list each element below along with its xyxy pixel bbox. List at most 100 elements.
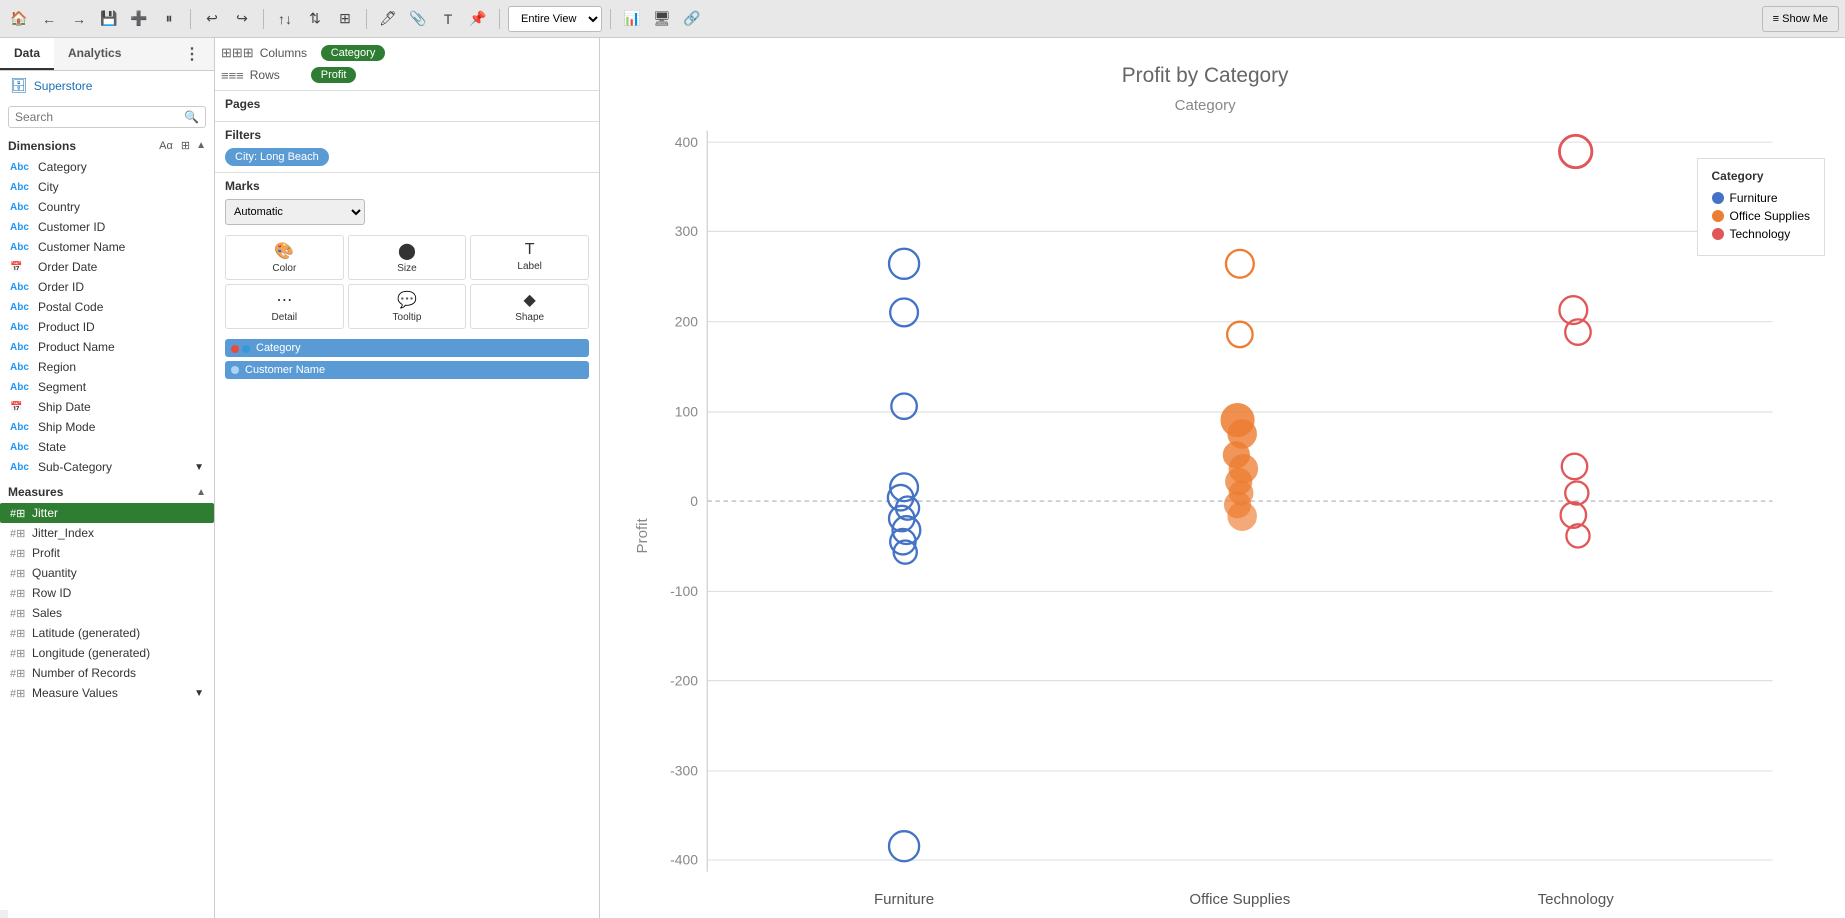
office-point-10[interactable] xyxy=(1228,502,1256,530)
home-btn[interactable]: 🏠 xyxy=(6,6,32,32)
marks-field-category[interactable]: Category xyxy=(225,339,589,357)
ytick-200: 200 xyxy=(675,313,698,329)
marks-label-btn[interactable]: T Label xyxy=(470,235,589,280)
dim-item-state[interactable]: AbcState xyxy=(0,437,214,457)
ytick-m100: -100 xyxy=(670,583,698,599)
marks-type-select[interactable]: Automatic xyxy=(225,199,365,225)
meas-item-jitter[interactable]: #⊞Jitter xyxy=(0,503,214,523)
share-btn[interactable]: 🔗 xyxy=(679,6,705,32)
tech-point-4[interactable] xyxy=(1562,454,1587,479)
office-point-1[interactable] xyxy=(1226,250,1254,278)
sort-desc-btn[interactable]: ⇅ xyxy=(302,6,328,32)
redo-btn[interactable]: ↪ xyxy=(229,6,255,32)
dim-item-customer-name[interactable]: AbcCustomer Name xyxy=(0,237,214,257)
dim-item-customer-id[interactable]: AbcCustomer ID xyxy=(0,217,214,237)
meas-item-sales[interactable]: #⊞Sales xyxy=(0,603,214,623)
meas-item-jitter-index[interactable]: #⊞Jitter_Index xyxy=(0,523,214,543)
sidebar-scrollbar[interactable] xyxy=(0,910,8,918)
highlight-btn[interactable]: 🖊 xyxy=(375,6,401,32)
annotation-btn[interactable]: 📎 xyxy=(405,6,431,32)
meas-item-num-records[interactable]: #⊞Number of Records xyxy=(0,663,214,683)
sep2 xyxy=(263,9,264,29)
furniture-point-3[interactable] xyxy=(891,393,916,418)
show-me-label: Show Me xyxy=(1782,13,1828,25)
tooltip-btn[interactable]: 🖥 xyxy=(649,6,675,32)
columns-pill[interactable]: Category xyxy=(321,45,386,61)
add-datasource-btn[interactable]: ➕ xyxy=(126,6,152,32)
group-btn[interactable]: ⊞ xyxy=(332,6,358,32)
furniture-point-11[interactable] xyxy=(889,831,919,861)
undo-btn[interactable]: ↩ xyxy=(199,6,225,32)
x-axis-category-label: Category xyxy=(1175,97,1237,114)
rows-pill[interactable]: Profit xyxy=(311,67,357,83)
datasource-icon: 🗄 xyxy=(10,77,28,94)
columns-shelf: ⊞⊞⊞ Columns Category xyxy=(221,42,593,64)
legend-furniture[interactable]: Furniture xyxy=(1712,191,1811,205)
marks-section: Marks Automatic 🎨 Color ⬤ Size T Label xyxy=(215,173,599,918)
marks-size-btn[interactable]: ⬤ Size xyxy=(348,235,467,280)
tab-analytics[interactable]: Analytics xyxy=(54,38,135,70)
dim-item-region[interactable]: AbcRegion xyxy=(0,357,214,377)
dim-item-ship-mode[interactable]: AbcShip Mode xyxy=(0,417,214,437)
back-btn[interactable]: ← xyxy=(36,6,62,32)
text-btn[interactable]: T xyxy=(435,6,461,32)
sidebar-scroll-area: Dimensions Aα ⊞ ▲ AbcCategory AbcCity Ab… xyxy=(0,134,214,910)
filter-city-longbeach[interactable]: City: Long Beach xyxy=(225,148,329,166)
search-input[interactable] xyxy=(15,110,184,124)
sort-asc-btn[interactable]: ↑↓ xyxy=(272,6,298,32)
meas-item-longitude[interactable]: #⊞Longitude (generated) xyxy=(0,643,214,663)
fix-axes-btn[interactable]: 📊 xyxy=(619,6,645,32)
shape-label: Shape xyxy=(515,312,544,323)
detail-icon: ⋯ xyxy=(276,290,292,310)
dim-item-sub-category[interactable]: AbcSub-Category▼ xyxy=(0,457,214,477)
size-label: Size xyxy=(397,263,416,274)
dim-item-country[interactable]: AbcCountry xyxy=(0,197,214,217)
chart-title: Profit by Category xyxy=(1122,64,1289,87)
dim-item-order-id[interactable]: AbcOrder ID xyxy=(0,277,214,297)
dim-item-category[interactable]: AbcCategory xyxy=(0,157,214,177)
marks-detail-btn[interactable]: ⋯ Detail xyxy=(225,284,344,329)
measures-list: #⊞Jitter #⊞Jitter_Index #⊞Profit #⊞Quant… xyxy=(0,503,214,707)
meas-item-row-id[interactable]: #⊞Row ID xyxy=(0,583,214,603)
pages-label: Pages xyxy=(225,97,589,111)
tech-point-1[interactable] xyxy=(1559,135,1591,167)
legend-technology-label: Technology xyxy=(1730,227,1791,241)
save-btn[interactable]: 💾 xyxy=(96,6,122,32)
forward-btn[interactable]: → xyxy=(66,6,92,32)
dim-sort-alpha-btn[interactable]: Aα xyxy=(157,139,175,153)
meas-item-profit[interactable]: #⊞Profit xyxy=(0,543,214,563)
pause-btn[interactable]: ⏸ xyxy=(156,6,182,32)
meas-item-measure-values[interactable]: #⊞Measure Values▼ xyxy=(0,683,214,703)
dim-item-city[interactable]: AbcCity xyxy=(0,177,214,197)
marks-field-customer-name[interactable]: Customer Name xyxy=(225,361,589,379)
legend-technology[interactable]: Technology xyxy=(1712,227,1811,241)
furniture-point-1[interactable] xyxy=(889,249,919,279)
marks-field-category-label: Category xyxy=(256,342,301,354)
legend-office[interactable]: Office Supplies xyxy=(1712,209,1811,223)
show-me-button[interactable]: ≡ Show Me xyxy=(1762,6,1839,32)
marks-color-btn[interactable]: 🎨 Color xyxy=(225,235,344,280)
category-dot-1 xyxy=(231,345,239,353)
dim-item-postal-code[interactable]: AbcPostal Code xyxy=(0,297,214,317)
filters-section: Filters City: Long Beach xyxy=(215,122,599,173)
dim-collapse-btn[interactable]: ▲ xyxy=(196,140,206,151)
marks-tooltip-btn[interactable]: 💬 Tooltip xyxy=(348,284,467,329)
dimensions-list: AbcCategory AbcCity AbcCountry AbcCustom… xyxy=(0,157,214,481)
office-point-2[interactable] xyxy=(1227,322,1252,347)
dim-item-order-date[interactable]: 📅Order Date xyxy=(0,257,214,277)
dim-item-segment[interactable]: AbcSegment xyxy=(0,377,214,397)
meas-item-quantity[interactable]: #⊞Quantity xyxy=(0,563,214,583)
meas-collapse-btn[interactable]: ▲ xyxy=(196,487,206,498)
dim-item-product-name[interactable]: AbcProduct Name xyxy=(0,337,214,357)
meas-item-latitude[interactable]: #⊞Latitude (generated) xyxy=(0,623,214,643)
dim-sort-type-btn[interactable]: ⊞ xyxy=(179,138,192,153)
dim-item-ship-date[interactable]: 📅Ship Date xyxy=(0,397,214,417)
marks-shape-btn[interactable]: ◆ Shape xyxy=(470,284,589,329)
tab-expand-btn[interactable]: ⋮ xyxy=(170,38,214,70)
tab-data[interactable]: Data xyxy=(0,38,54,70)
pin-btn[interactable]: 📌 xyxy=(465,6,491,32)
view-dropdown[interactable]: Entire View xyxy=(508,6,602,32)
superstore-item[interactable]: 🗄 Superstore xyxy=(0,71,214,100)
rows-label: Rows xyxy=(250,68,305,82)
dim-item-product-id[interactable]: AbcProduct ID xyxy=(0,317,214,337)
